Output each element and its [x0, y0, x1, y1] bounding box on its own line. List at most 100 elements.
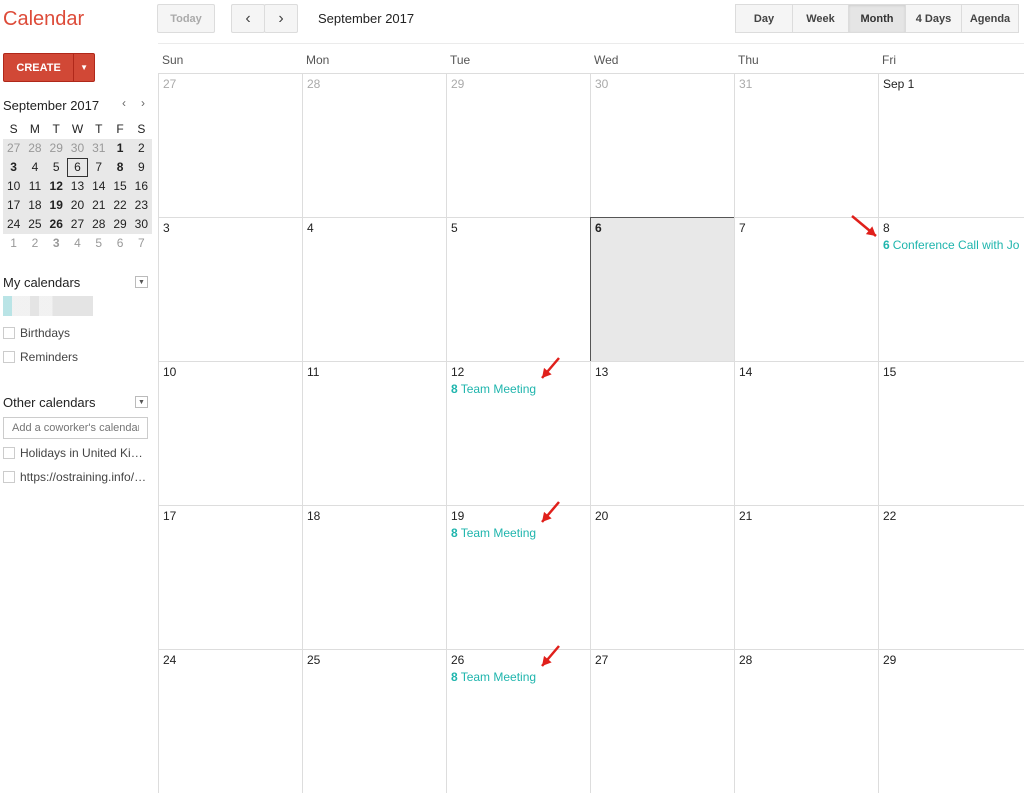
view-day-button[interactable]: Day	[735, 4, 793, 33]
day-cell[interactable]: 17	[158, 505, 302, 649]
mini-day[interactable]: 29	[109, 215, 131, 234]
create-button[interactable]: CREATE ▼	[3, 53, 95, 82]
mini-day[interactable]: 27	[66, 215, 89, 234]
mini-day[interactable]: 3	[46, 234, 67, 253]
prev-period-button[interactable]: ‹	[231, 4, 265, 33]
day-cell[interactable]: 6	[590, 217, 735, 362]
mini-day[interactable]: 11	[24, 177, 46, 196]
day-cell[interactable]: 20	[590, 505, 734, 649]
day-cell[interactable]: 30	[590, 73, 734, 217]
next-period-button[interactable]: ›	[264, 4, 298, 33]
mini-day[interactable]: 7	[88, 158, 110, 177]
calendar-birthdays[interactable]: Birthdays	[3, 326, 70, 340]
mini-day[interactable]: 1	[109, 139, 131, 158]
mini-day[interactable]: 26	[45, 215, 67, 234]
day-cell[interactable]: 4	[302, 217, 446, 361]
mini-next-icon[interactable]: ›	[141, 96, 145, 110]
other-calendars-menu-icon[interactable]: ▼	[135, 396, 148, 408]
mini-day[interactable]: 5	[45, 158, 67, 177]
calendar-reminders[interactable]: Reminders	[3, 350, 78, 364]
view-month-button[interactable]: Month	[848, 4, 906, 33]
day-number: 21	[739, 509, 753, 523]
mini-day[interactable]: 2	[24, 234, 45, 253]
day-cell[interactable]: 13	[590, 361, 734, 505]
mini-day[interactable]: 27	[3, 139, 25, 158]
day-cell[interactable]: 24	[158, 649, 302, 793]
mini-day[interactable]: 15	[109, 177, 131, 196]
day-cell[interactable]: 10	[158, 361, 302, 505]
day-cell[interactable]: 3	[158, 217, 302, 361]
day-cell[interactable]: 15	[878, 361, 1024, 505]
create-menu-icon[interactable]: ▼	[73, 54, 94, 81]
mini-day[interactable]: 14	[88, 177, 110, 196]
mini-day[interactable]: 21	[88, 196, 110, 215]
day-cell[interactable]: 25	[302, 649, 446, 793]
mini-prev-icon[interactable]: ‹	[122, 96, 126, 110]
day-cell[interactable]: 29	[878, 649, 1024, 793]
day-cell[interactable]: 27	[158, 73, 302, 217]
mini-day[interactable]: 10	[3, 177, 25, 196]
day-cell[interactable]: 18	[302, 505, 446, 649]
calendar-ostraining[interactable]: https://ostraining.info/…	[3, 470, 146, 484]
mini-day[interactable]: 22	[109, 196, 131, 215]
calendar-holidays[interactable]: Holidays in United Ki…	[3, 446, 143, 460]
checkbox[interactable]	[3, 471, 15, 483]
view-4-days-button[interactable]: 4 Days	[905, 4, 962, 33]
mini-day[interactable]: 20	[66, 196, 89, 215]
view-agenda-button[interactable]: Agenda	[961, 4, 1019, 33]
day-cell[interactable]: 28	[302, 73, 446, 217]
checkbox[interactable]	[3, 351, 15, 363]
day-cell[interactable]: 5	[446, 217, 590, 361]
day-number: 10	[163, 365, 177, 379]
current-period-title: September 2017	[318, 11, 415, 26]
mini-day[interactable]: 30	[66, 139, 89, 158]
mini-day[interactable]: 9	[130, 158, 152, 177]
mini-day[interactable]: 23	[130, 196, 152, 215]
day-cell[interactable]: 28	[734, 649, 878, 793]
mini-day[interactable]: 1	[3, 234, 24, 253]
my-calendars-menu-icon[interactable]: ▼	[135, 276, 148, 288]
day-number: 22	[883, 509, 897, 523]
day-cell[interactable]: 27	[590, 649, 734, 793]
mini-day[interactable]: 17	[3, 196, 25, 215]
day-cell[interactable]: 21	[734, 505, 878, 649]
mini-day[interactable]: 6	[109, 234, 130, 253]
mini-day[interactable]: 28	[88, 215, 110, 234]
mini-day[interactable]: 13	[66, 177, 89, 196]
checkbox[interactable]	[3, 327, 15, 339]
mini-day[interactable]: 5	[88, 234, 109, 253]
create-label[interactable]: CREATE	[4, 54, 73, 81]
mini-day[interactable]: 29	[45, 139, 67, 158]
mini-day[interactable]: 28	[24, 139, 46, 158]
add-coworker-calendar-input[interactable]	[3, 417, 148, 439]
mini-day[interactable]: 4	[24, 158, 46, 177]
mini-day[interactable]: 8	[109, 158, 131, 177]
mini-day[interactable]: 7	[131, 234, 152, 253]
mini-day[interactable]: 18	[24, 196, 46, 215]
checkbox[interactable]	[3, 447, 15, 459]
mini-day[interactable]: 3	[3, 158, 25, 177]
mini-day[interactable]: 2	[130, 139, 152, 158]
day-cell[interactable]: Sep 1	[878, 73, 1024, 217]
today-button[interactable]: Today	[157, 4, 215, 33]
day-cell[interactable]: 11	[302, 361, 446, 505]
mini-day[interactable]: 6	[66, 158, 89, 177]
day-cell[interactable]: 22	[878, 505, 1024, 649]
day-number: 31	[739, 77, 753, 91]
view-week-button[interactable]: Week	[792, 4, 849, 33]
day-cell[interactable]: 14	[734, 361, 878, 505]
day-number: 14	[739, 365, 753, 379]
day-cell[interactable]: 8 6 Conference Call with John	[878, 217, 1024, 361]
mini-day[interactable]: 4	[67, 234, 88, 253]
mini-day[interactable]: 12	[45, 177, 67, 196]
other-calendars-heading: Other calendars	[3, 395, 96, 410]
mini-day[interactable]: 31	[88, 139, 110, 158]
mini-day[interactable]: 19	[45, 196, 67, 215]
mini-day[interactable]: 30	[130, 215, 152, 234]
day-cell[interactable]: 31	[734, 73, 878, 217]
mini-day[interactable]: 16	[130, 177, 152, 196]
day-cell[interactable]: 29	[446, 73, 590, 217]
mini-day[interactable]: 24	[3, 215, 25, 234]
mini-day[interactable]: 25	[24, 215, 46, 234]
day-cell[interactable]: 7	[734, 217, 878, 361]
